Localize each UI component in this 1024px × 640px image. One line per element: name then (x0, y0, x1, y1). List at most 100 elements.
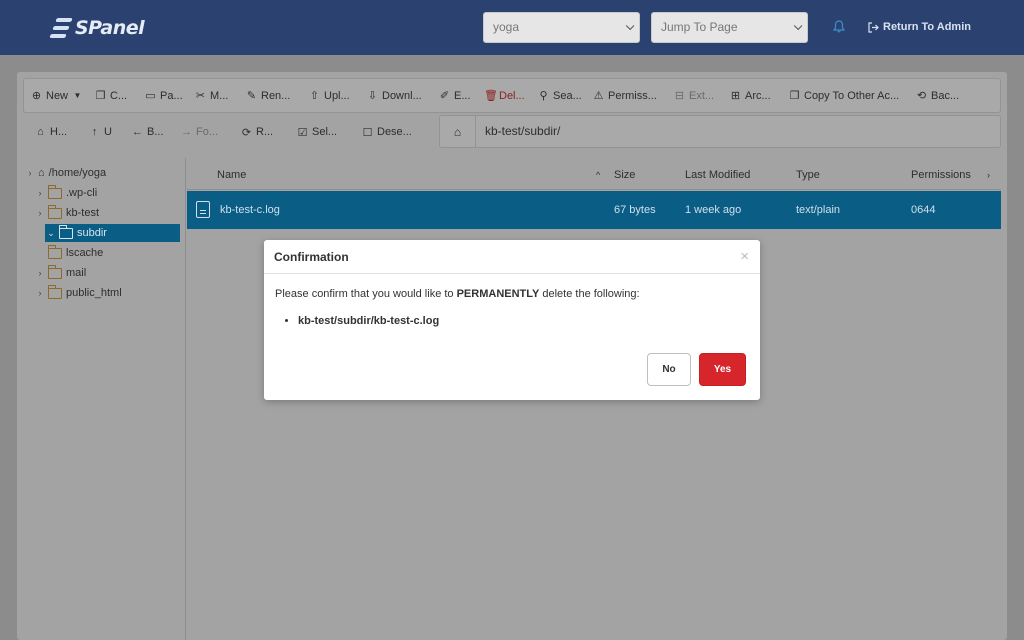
tree-item-label: subdir (77, 227, 107, 239)
return-to-admin-link[interactable]: Return To Admin (868, 21, 971, 33)
tree-item-subdir[interactable]: ⌄ subdir (45, 224, 180, 242)
tree-item-label: .wp-cli (66, 187, 98, 199)
copy-button[interactable]: ❐ C... (95, 78, 128, 113)
logo-mark-icon (49, 16, 73, 40)
pane-divider[interactable] (185, 158, 186, 640)
move-button[interactable]: ✂ M... (195, 78, 228, 113)
backup-button[interactable]: ⟲ Bac... (916, 78, 959, 113)
backup-icon: ⟲ (916, 90, 927, 102)
tree-item-mail[interactable]: › mail (36, 264, 86, 282)
reload-label: R... (256, 126, 274, 138)
up-button[interactable]: ↑ U (89, 117, 112, 147)
logo-text: SPanel (75, 17, 145, 39)
extract-button[interactable]: ⊟ Ext... (674, 78, 714, 113)
jump-to-page-select[interactable]: Jump To Page (651, 12, 808, 43)
plus-circle-icon: ⊕ (31, 90, 42, 102)
dialog-header: Confirmation × (264, 240, 760, 274)
path-input[interactable]: kb-test/subdir/ (485, 116, 560, 147)
paste-label: Pa... (160, 89, 183, 102)
file-permissions: 0644 (911, 204, 936, 216)
tree-item-home[interactable]: › ⌂ /home/yoga (26, 164, 107, 182)
trash-icon: 🗑 (484, 90, 498, 102)
list-item: kb-test/subdir/kb-test-c.log (298, 315, 439, 327)
search-icon: ⚲ (539, 90, 548, 102)
bell-icon[interactable] (833, 20, 845, 33)
archive-label: Arc... (745, 89, 771, 102)
dialog-message: Please confirm that you would like to PE… (275, 288, 640, 300)
edit-label: E... (454, 89, 471, 102)
home-icon: ⌂ (38, 167, 45, 179)
column-permissions[interactable]: Permissions (911, 160, 971, 190)
permissions-button[interactable]: ⚠ Permiss... (593, 78, 657, 113)
download-button[interactable]: ⇩ Downl... (367, 78, 422, 113)
yes-button[interactable]: Yes (699, 353, 746, 386)
select-all-button[interactable]: ☑ Sel... (297, 117, 338, 147)
home-button[interactable]: ⌂ H... (35, 117, 67, 147)
column-type[interactable]: Type (796, 160, 820, 190)
tree-item-label: public_html (66, 287, 122, 299)
new-button[interactable]: ⊕ New ▼ (31, 78, 83, 113)
deselect-all-label: Dese... (377, 126, 412, 138)
paste-icon: ▭ (145, 90, 156, 102)
tree-item-wp-cli[interactable]: › .wp-cli (36, 184, 97, 202)
table-row[interactable]: kb-test-c.log 67 bytes 1 week ago text/p… (187, 191, 1001, 229)
tree-item-lscache[interactable]: lscache (48, 244, 103, 262)
sort-asc-icon: ^ (596, 170, 601, 180)
checkbox-checked-icon: ☑ (297, 126, 308, 139)
column-last-modified[interactable]: Last Modified (685, 160, 750, 190)
chevron-right-icon: › (38, 208, 42, 218)
confirmation-dialog: Confirmation × Please confirm that you w… (264, 240, 760, 400)
reload-button[interactable]: ⟳ R... (241, 117, 273, 147)
tree-item-public-html[interactable]: › public_html (36, 284, 122, 302)
file-table-header: Name ^ Size Last Modified Type Permissio… (187, 160, 1001, 190)
folder-icon (48, 284, 62, 299)
chevron-right-icon: › (28, 168, 32, 178)
sign-out-icon (868, 21, 879, 33)
search-button[interactable]: ⚲ Sea... (538, 78, 581, 113)
folder-icon (48, 264, 62, 279)
back-button[interactable]: ← B... (132, 117, 164, 147)
download-label: Downl... (382, 89, 422, 102)
edit-button[interactable]: ✐ E... (439, 78, 471, 113)
path-home-button[interactable]: ⌂ (440, 116, 476, 147)
forward-button[interactable]: → Fo... (181, 117, 218, 147)
rename-button[interactable]: ✎ Ren... (246, 78, 290, 113)
chevron-right-icon: › (38, 288, 42, 298)
header-divider (187, 189, 1001, 190)
account-select[interactable]: yoga (483, 12, 640, 43)
reload-icon: ⟳ (241, 126, 252, 139)
copy-to-other-account-button[interactable]: ❐ Copy To Other Ac... (789, 78, 900, 113)
column-size[interactable]: Size (614, 160, 635, 190)
close-icon[interactable]: × (740, 248, 749, 265)
tree-item-label: mail (66, 267, 87, 279)
no-button[interactable]: No (647, 353, 691, 386)
chevron-down-icon (793, 21, 803, 31)
upload-label: Upl... (324, 89, 350, 102)
chevron-right-icon: › (38, 188, 42, 198)
forward-label: Fo... (196, 126, 219, 138)
deselect-all-button[interactable]: ☐ Dese... (362, 117, 412, 147)
return-to-admin-label: Return To Admin (883, 21, 971, 33)
tree-root-label: /home/yoga (48, 167, 107, 179)
chevron-down-icon (625, 21, 635, 31)
extract-icon: ⊟ (674, 90, 685, 102)
permissions-label: Permiss... (608, 89, 657, 102)
folder-icon (48, 244, 62, 259)
tree-item-kb-test[interactable]: › kb-test (36, 204, 99, 222)
file-type: text/plain (796, 204, 841, 216)
copy-icon: ❐ (789, 90, 800, 102)
column-name[interactable]: Name (217, 160, 246, 190)
upload-button[interactable]: ⇧ Upl... (309, 78, 350, 113)
rename-icon: ✎ (246, 90, 257, 102)
message-prefix: Please confirm that you would like to (275, 288, 457, 300)
file-name: kb-test-c.log (220, 204, 280, 216)
download-icon: ⇩ (367, 90, 378, 102)
move-label: M... (210, 89, 229, 102)
spanel-logo[interactable]: SPanel (49, 14, 145, 42)
file-text-icon (196, 201, 210, 218)
delete-button[interactable]: 🗑 Del... (484, 78, 525, 113)
file-size: 67 bytes (614, 204, 656, 216)
archive-button[interactable]: ⊞ Arc... (730, 78, 771, 113)
checkbox-empty-icon: ☐ (362, 126, 373, 139)
paste-button[interactable]: ▭ Pa... (145, 78, 183, 113)
